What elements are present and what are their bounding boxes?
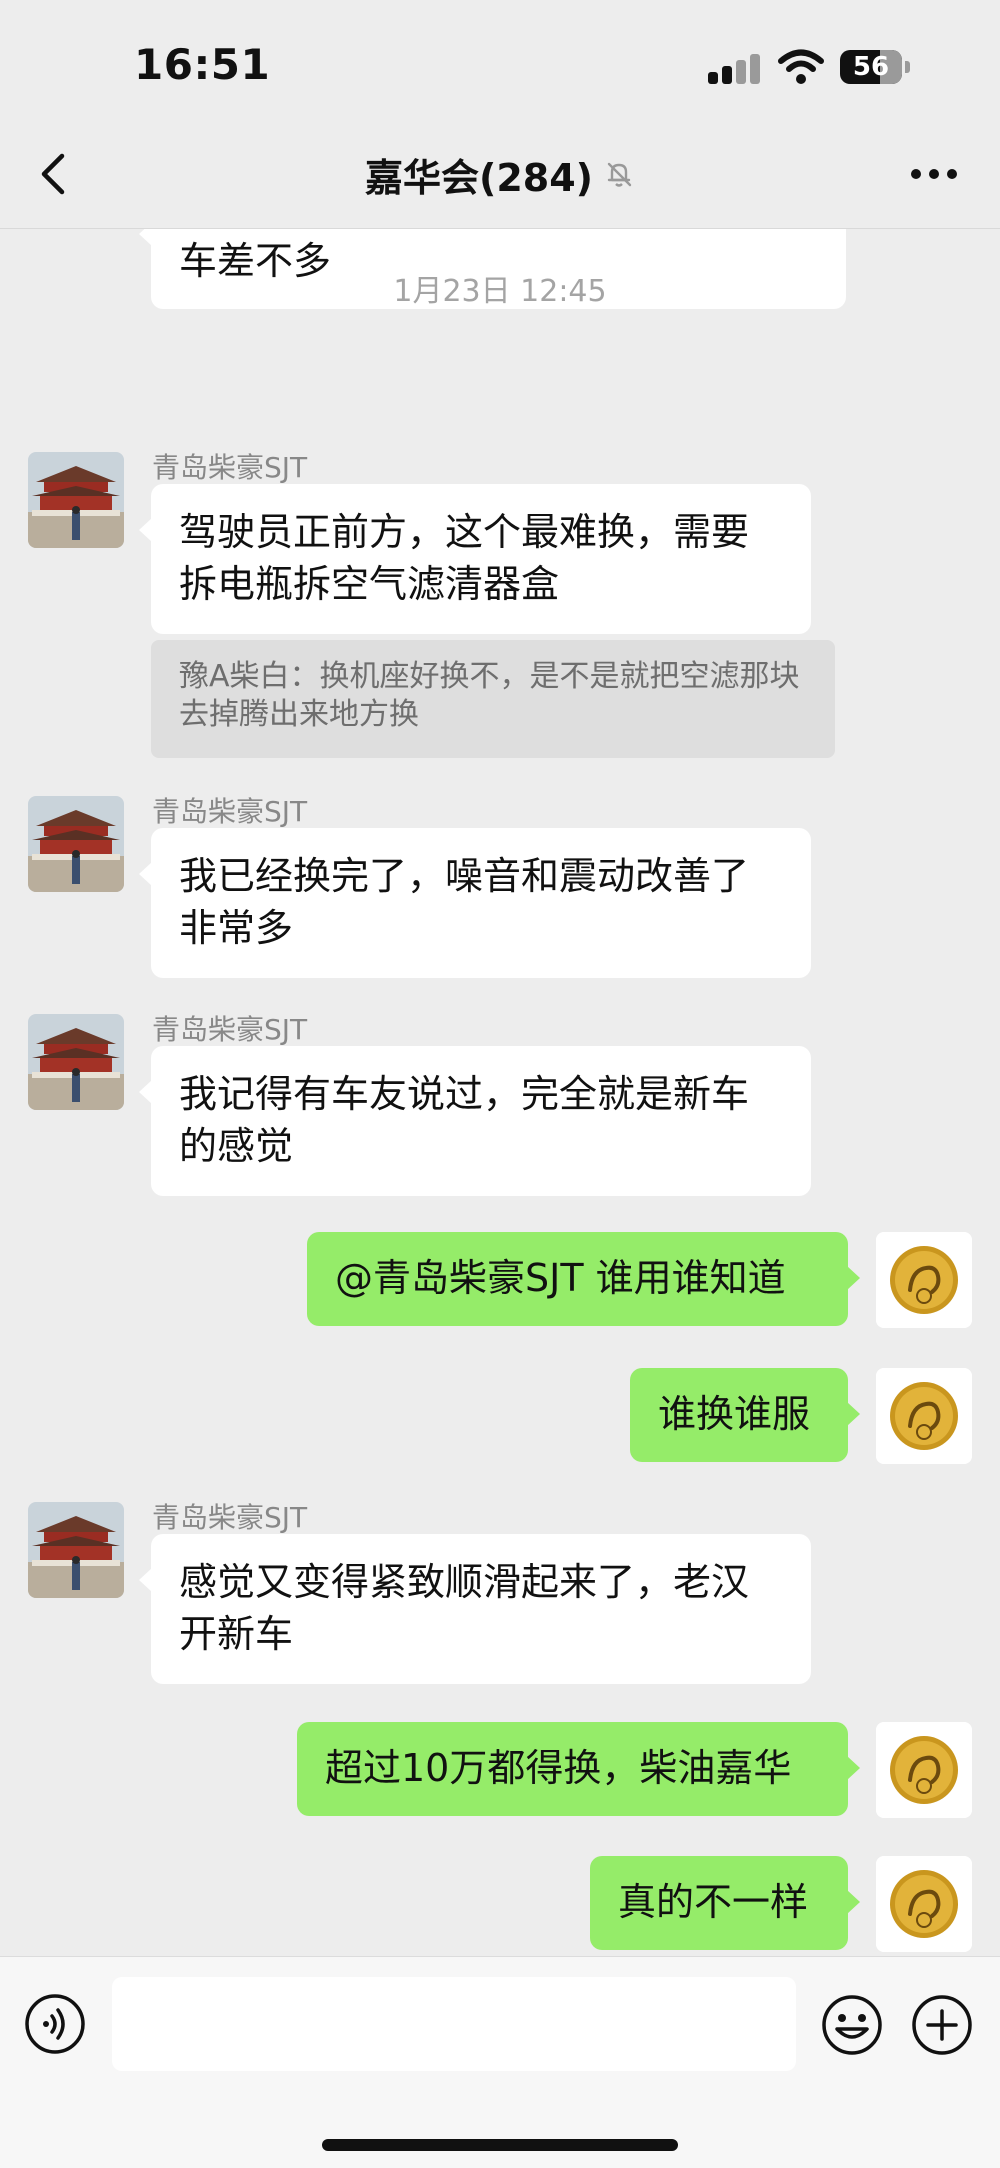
palace-avatar-image <box>28 1014 124 1110</box>
input-bar <box>0 1956 1000 2168</box>
sender-name: 青岛柴豪SJT <box>152 451 308 484</box>
palace-avatar-image <box>28 1502 124 1598</box>
home-indicator <box>322 2139 678 2151</box>
avatar[interactable] <box>28 796 124 892</box>
title-wrap: 嘉华会(284) <box>0 120 1000 228</box>
wifi-icon <box>778 49 824 84</box>
cellular-signal-icon <box>708 54 768 84</box>
message-bubble-self[interactable]: 超过10万都得换，柴油嘉华 <box>297 1722 860 1816</box>
message-text: 真的不一样 <box>618 1880 809 1924</box>
avatar[interactable] <box>28 1502 124 1598</box>
message-text: 超过10万都得换，柴油嘉华 <box>325 1746 792 1790</box>
avatar[interactable] <box>28 452 124 548</box>
palace-avatar-image <box>28 452 124 548</box>
plus-icon[interactable] <box>910 1993 974 2057</box>
ellipsis-icon[interactable] <box>908 160 960 188</box>
bell-slash-icon <box>607 162 632 187</box>
quoted-message[interactable]: 豫A柴白：换机座好换不，是不是就把空滤那块去掉腾出来地方换 <box>151 640 835 758</box>
gold-coin-avatar-image <box>876 1232 972 1328</box>
battery-level: 56 <box>852 52 890 82</box>
message-bubble[interactable]: 驾驶员正前方，这个最难换，需要拆电瓶拆空气滤清器盒 <box>139 484 811 634</box>
message-bubble[interactable]: 我记得有车友说过，完全就是新车的感觉 <box>139 1046 811 1196</box>
message-bubble-self[interactable]: @青岛柴豪SJT 谁用谁知道 <box>307 1232 860 1326</box>
message-list[interactable]: 车差不多 1月23日 12:45 青岛柴豪SJT 驾驶员正前方，这个最难换，需要… <box>0 228 1000 1956</box>
chat-header: 嘉华会(284) <box>0 120 1000 229</box>
status-time: 16:51 <box>134 40 271 89</box>
sender-name: 青岛柴豪SJT <box>152 1501 308 1534</box>
voice-icon[interactable] <box>24 1993 86 2055</box>
status-bar: 16:51 56 <box>0 0 1000 120</box>
message-text: @青岛柴豪SJT 谁用谁知道 <box>335 1256 786 1300</box>
avatar-self[interactable] <box>876 1232 972 1328</box>
battery-tip <box>905 61 910 73</box>
avatar-self[interactable] <box>876 1722 972 1818</box>
message-text: 我已经换完了，噪音和震动改善了非常多 <box>179 854 750 950</box>
message-bubble-self[interactable]: 谁换谁服 <box>630 1368 860 1462</box>
message-timestamp: 1月23日 12:45 <box>393 274 607 309</box>
message-input[interactable] <box>112 1977 796 2071</box>
gold-coin-avatar-image <box>876 1722 972 1818</box>
avatar-self[interactable] <box>876 1856 972 1952</box>
emoji-icon[interactable] <box>820 1993 884 2057</box>
battery-icon: 56 <box>840 50 902 84</box>
message-bubble[interactable]: 我已经换完了，噪音和震动改善了非常多 <box>139 828 811 978</box>
message-text: 感觉又变得紧致顺滑起来了，老汉开新车 <box>179 1560 750 1656</box>
message-bubble-self[interactable]: 真的不一样 <box>590 1856 860 1950</box>
message-text: 驾驶员正前方，这个最难换，需要拆电瓶拆空气滤清器盒 <box>179 510 750 606</box>
sender-name: 青岛柴豪SJT <box>152 795 308 828</box>
message-text: 我记得有车友说过，完全就是新车的感觉 <box>179 1072 750 1168</box>
chat-title[interactable]: 嘉华会(284) <box>365 147 593 202</box>
gold-coin-avatar-image <box>876 1856 972 1952</box>
sender-name: 青岛柴豪SJT <box>152 1013 308 1046</box>
palace-avatar-image <box>28 796 124 892</box>
message-bubble[interactable]: 感觉又变得紧致顺滑起来了，老汉开新车 <box>139 1534 811 1684</box>
message-text: 谁换谁服 <box>658 1392 811 1436</box>
avatar-self[interactable] <box>876 1368 972 1464</box>
avatar[interactable] <box>28 1014 124 1110</box>
quote-text: 豫A柴白：换机座好换不，是不是就把空滤那块去掉腾出来地方换 <box>179 659 800 732</box>
gold-coin-avatar-image <box>876 1368 972 1464</box>
